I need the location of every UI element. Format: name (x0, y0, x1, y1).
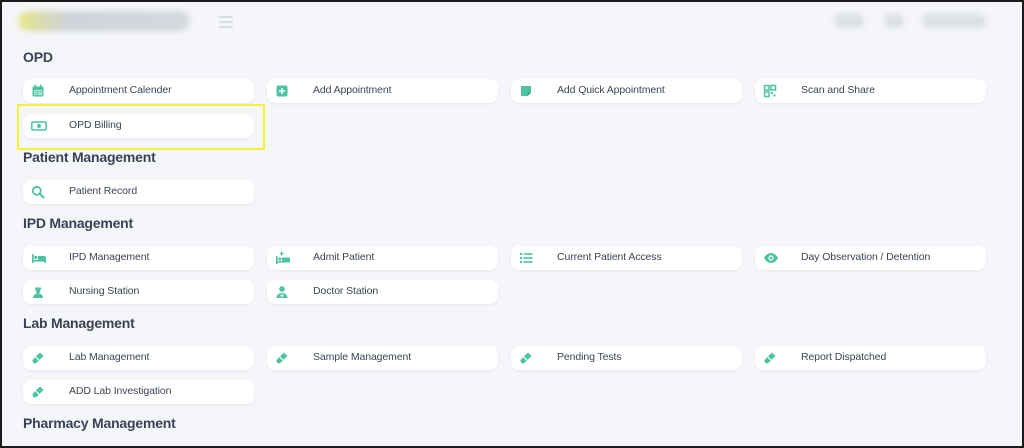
tile-doctor-station[interactable]: Doctor Station (267, 280, 498, 304)
section-title-patient-management: Patient Management (23, 149, 156, 165)
tile-label: Lab Management (69, 351, 150, 363)
eye-icon (763, 251, 779, 265)
qr-code-icon (763, 84, 777, 98)
section-title-ipd-management: IPD Management (23, 215, 133, 231)
nurse-icon (31, 285, 45, 299)
note-icon (519, 84, 533, 98)
app-window: OPD Appointment Calender Add Appointment… (0, 0, 1024, 448)
highlight-box (17, 104, 265, 150)
tile-label: Sample Management (313, 351, 412, 363)
tile-label: IPD Management (69, 251, 150, 263)
bed-icon (31, 251, 47, 265)
tile-add-appointment[interactable]: Add Appointment (267, 79, 498, 103)
user-menu[interactable] (922, 14, 986, 28)
tile-label: Patient Record (69, 185, 138, 197)
test-tube-icon (31, 351, 45, 365)
tile-appointment-calender[interactable]: Appointment Calender (23, 79, 254, 103)
tile-add-quick-appointment[interactable]: Add Quick Appointment (511, 79, 742, 103)
top-bar-blurred-item (884, 14, 904, 28)
doctor-icon (275, 285, 289, 299)
tile-label: ADD Lab Investigation (69, 385, 172, 397)
tile-pending-tests[interactable]: Pending Tests (511, 346, 742, 370)
search-icon (31, 185, 45, 199)
tile-admit-patient[interactable]: Admit Patient (267, 246, 498, 270)
tile-sample-management[interactable]: Sample Management (267, 346, 498, 370)
tile-add-lab-investigation[interactable]: ADD Lab Investigation (23, 380, 254, 404)
tile-label: Scan and Share (801, 84, 875, 96)
tile-report-dispatched[interactable]: Report Dispatched (755, 346, 986, 370)
tile-ipd-management[interactable]: IPD Management (23, 246, 254, 270)
tile-label: Current Patient Access (557, 251, 662, 263)
section-title-lab-management: Lab Management (23, 315, 135, 331)
tile-label: Nursing Station (69, 285, 140, 297)
list-icon (519, 251, 533, 265)
section-title-pharmacy-management: Pharmacy Management (23, 415, 176, 431)
test-tube-icon (763, 351, 777, 365)
calendar-icon (31, 84, 45, 98)
tile-patient-record[interactable]: Patient Record (23, 180, 254, 204)
tile-lab-management[interactable]: Lab Management (23, 346, 254, 370)
tile-label: Doctor Station (313, 285, 379, 297)
tile-scan-and-share[interactable]: Scan and Share (755, 79, 986, 103)
test-tube-icon (275, 351, 289, 365)
tile-label: Admit Patient (313, 251, 375, 263)
tile-label: Add Appointment (313, 84, 392, 96)
hamburger-menu-icon[interactable] (219, 16, 233, 28)
tile-day-observation-detention[interactable]: Day Observation / Detention (755, 246, 986, 270)
plus-square-icon (275, 84, 289, 98)
tile-label: Appointment Calender (69, 84, 172, 96)
top-bar (2, 2, 1022, 42)
tile-label: Pending Tests (557, 351, 622, 363)
tile-label: Day Observation / Detention (801, 251, 931, 263)
tile-nursing-station[interactable]: Nursing Station (23, 280, 254, 304)
tile-label: Report Dispatched (801, 351, 887, 363)
hospital-bed-icon (275, 251, 291, 265)
test-tube-icon (519, 351, 533, 365)
tile-current-patient-access[interactable]: Current Patient Access (511, 246, 742, 270)
app-logo (18, 11, 190, 31)
test-tube-icon (31, 385, 45, 399)
top-bar-blurred-item (834, 14, 864, 28)
tile-label: Add Quick Appointment (557, 84, 665, 96)
section-title-opd: OPD (23, 49, 53, 65)
